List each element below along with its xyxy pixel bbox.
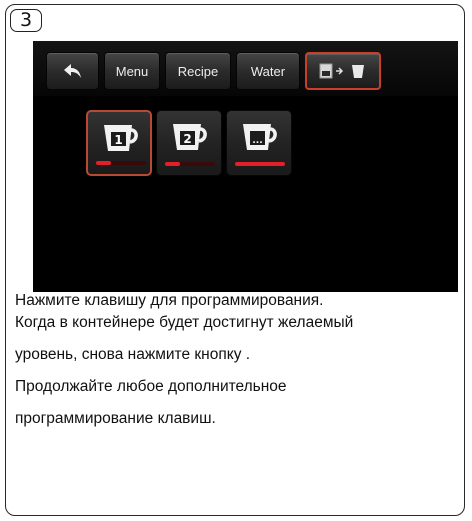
level-bar-fill: [235, 162, 285, 166]
program-key-1[interactable]: 1: [86, 110, 152, 176]
container-fill-button[interactable]: [305, 52, 381, 90]
level-bar-fill: [165, 162, 180, 166]
recipe-button[interactable]: Recipe: [165, 52, 231, 90]
back-arrow-icon: [63, 64, 81, 78]
cup-icon: 2: [173, 124, 207, 150]
container-fill-icon: [319, 63, 367, 79]
program-key-3[interactable]: ...: [226, 110, 292, 176]
water-button[interactable]: Water: [236, 52, 300, 90]
instruction-line-2: Когда в контейнере будет достигнут желае…: [15, 314, 354, 331]
instruction-line-5: программирование клавиш.: [15, 410, 216, 427]
program-key-2[interactable]: 2: [156, 110, 222, 176]
key-label: 2: [183, 132, 191, 146]
step-number-badge: 3: [10, 9, 42, 32]
back-button[interactable]: [46, 52, 99, 90]
nav-bar: Menu Recipe Water: [46, 52, 381, 90]
key-label: 1: [114, 133, 122, 147]
instruction-line-3: уровень, снова нажмите кнопку .: [15, 346, 251, 363]
instruction-line-4: Продолжайте любое дополнительное: [15, 378, 287, 395]
device-screen: Menu Recipe Water 1 2...: [33, 41, 458, 292]
instruction-line-1: Нажмите клавишу для программирования.: [15, 292, 324, 309]
cup-icon: 1: [104, 125, 138, 151]
cup-icon: ...: [243, 124, 277, 150]
menu-button[interactable]: Menu: [104, 52, 160, 90]
programmable-keys: 1 2...: [86, 110, 292, 176]
level-bar-fill: [96, 161, 111, 165]
level-bar: [96, 161, 146, 165]
level-bar: [235, 162, 285, 166]
instruction-card: 3 Menu Recipe Water 1 2 ... Нажмите клав…: [5, 4, 465, 516]
key-label: ...: [252, 136, 262, 146]
level-bar: [165, 162, 215, 166]
